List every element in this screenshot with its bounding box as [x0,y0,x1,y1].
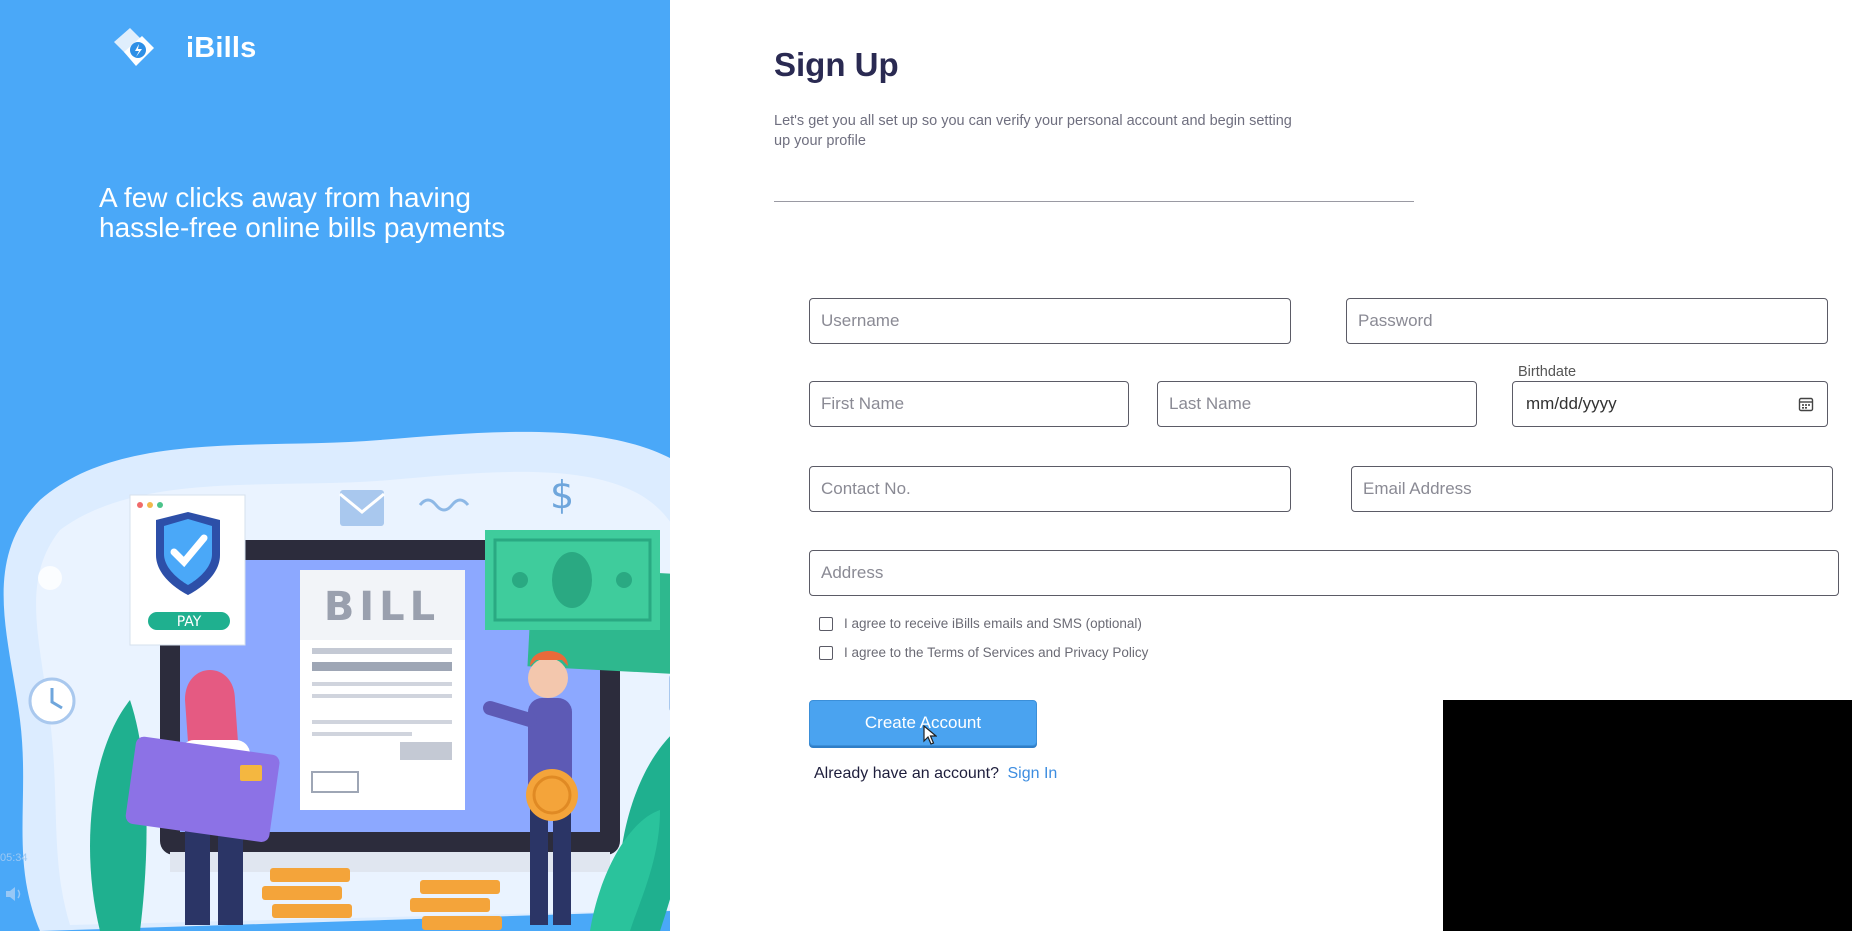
bill-payment-illustration: $ PAY BILL [3,431,670,931]
marketing-consent-row[interactable]: I agree to receive iBills emails and SMS… [819,616,1142,631]
terms-consent-label: I agree to the Terms of Services and Pri… [844,645,1149,660]
volume-icon[interactable] [4,886,24,902]
password-input[interactable] [1346,298,1828,344]
brand-logo[interactable]: iBills [108,22,257,74]
mouse-cursor-icon [923,725,937,745]
page-title: Sign Up [774,46,899,83]
svg-text:$: $ [550,473,574,517]
video-overlay-panel [1443,700,1852,931]
svg-text:PAY: PAY [177,614,202,630]
birthdate-label: Birthdate [1518,364,1577,380]
divider [774,201,1414,202]
marketing-consent-label: I agree to receive iBills emails and SMS… [844,616,1142,631]
signin-prompt: Already have an account? [814,765,1000,782]
calendar-icon[interactable] [1798,396,1814,412]
last-name-input[interactable] [1157,381,1477,427]
hero-panel: iBills A few clicks away from having has… [0,0,670,931]
terms-consent-row[interactable]: I agree to the Terms of Services and Pri… [819,645,1148,660]
svg-text:BILL: BILL [324,584,440,630]
birthdate-placeholder: mm/dd/yyyy [1526,394,1617,413]
username-input[interactable] [809,298,1291,344]
contact-number-input[interactable] [809,466,1291,512]
video-timestamp: 05:34 [0,852,28,864]
signin-prompt-line: Already have an account? Sign In [814,765,1057,783]
marketing-consent-checkbox[interactable] [819,616,833,631]
terms-consent-checkbox[interactable] [819,645,833,660]
sign-in-link[interactable]: Sign In [1007,765,1057,782]
email-input[interactable] [1351,466,1833,512]
first-name-input[interactable] [809,381,1129,427]
address-input[interactable] [809,550,1839,596]
page-subtitle: Let's get you all set up so you can veri… [774,113,1292,149]
ibills-logo-icon [114,28,154,66]
brand-name: iBills [186,31,257,64]
hero-tagline: A few clicks away from having hassle-fre… [99,182,506,243]
